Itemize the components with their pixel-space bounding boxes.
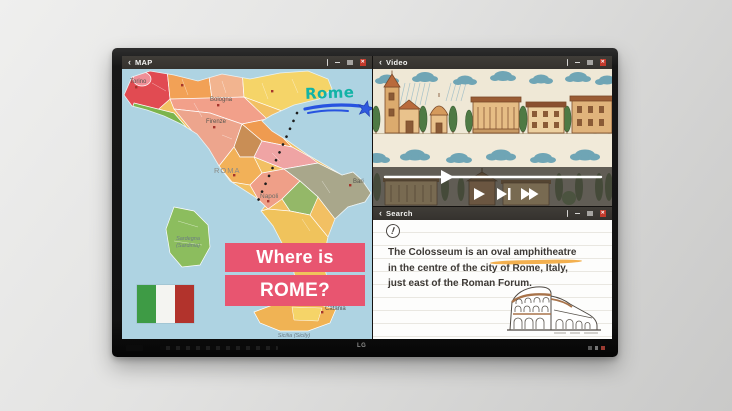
video-window-title: Video (386, 58, 408, 67)
search-window-title: Search (386, 209, 413, 218)
map-titlebar[interactable]: ‹ MAP ✕ (122, 56, 372, 69)
back-icon[interactable]: ‹ (128, 56, 131, 69)
colosseum-illustration (504, 284, 604, 336)
question-box-line2: ROME? (225, 275, 365, 306)
search-window: ‹ Search ✕ ! The Colosseum is an oval am… (373, 207, 612, 339)
video-illustration (373, 69, 612, 206)
display-frame: ‹ MAP ✕ (112, 48, 618, 357)
classical-building-3 (570, 96, 612, 133)
italy-flag (137, 285, 194, 323)
map-canvas[interactable]: Torino Bologna Firenze ROMA Napoli Bari … (122, 69, 372, 339)
classical-building-1 (471, 97, 521, 133)
label-bologna: Bologna (210, 97, 233, 103)
blue-underline-and-star (302, 100, 372, 118)
screen: ‹ MAP ✕ (122, 56, 612, 339)
video-titlebar[interactable]: ‹ Video ✕ (373, 56, 612, 69)
label-sicilia: Sicilia (Sicily) (278, 333, 311, 339)
exclamation-icon: ! (385, 223, 401, 239)
highlighted-phrase: oval amphitheatre (491, 245, 577, 261)
minimize-icon[interactable] (575, 213, 580, 215)
video-player[interactable] (373, 69, 612, 206)
close-icon[interactable]: ✕ (600, 210, 607, 217)
back-icon[interactable]: ‹ (379, 56, 382, 69)
back-icon[interactable]: ‹ (379, 207, 382, 220)
close-icon[interactable]: ✕ (600, 59, 607, 66)
maximize-icon[interactable] (587, 211, 593, 217)
label-firenze: Firenze (206, 119, 227, 125)
label-sardinia-en: (Sardinia) (176, 243, 200, 249)
question-box-line1: Where is (225, 243, 365, 272)
close-icon[interactable]: ✕ (360, 59, 367, 66)
search-result-note: ! The Colosseum is an oval amphitheatre … (373, 220, 612, 339)
classical-building-2 (526, 102, 566, 133)
maximize-icon[interactable] (587, 60, 593, 66)
power-led-icon (601, 346, 605, 350)
label-roma: ROMA (214, 166, 241, 175)
more-options-icon[interactable] (567, 59, 569, 66)
map-window: ‹ MAP ✕ (122, 56, 372, 339)
sensor-icon (595, 346, 599, 350)
sensor-icon (588, 346, 592, 350)
bezel-indicator-icons (588, 346, 605, 350)
minimize-icon[interactable] (335, 62, 340, 64)
label-napoli: Napoli (260, 193, 278, 200)
speaker-grille (160, 346, 278, 350)
label-bari: Bari (353, 179, 364, 185)
sicily-island (254, 302, 336, 331)
lg-brand-logo: LG (357, 343, 366, 349)
more-options-icon[interactable] (327, 59, 329, 66)
speaker-grille (126, 345, 143, 351)
maximize-icon[interactable] (347, 60, 353, 66)
star-icon (357, 100, 372, 117)
video-window: ‹ Video ✕ (373, 56, 612, 206)
label-sardegna: Sardegna (176, 236, 200, 242)
label-torino: Torino (130, 79, 147, 85)
search-titlebar[interactable]: ‹ Search ✕ (373, 207, 612, 220)
more-options-icon[interactable] (567, 210, 569, 217)
map-window-title: MAP (135, 58, 153, 67)
label-catania: Catania (325, 306, 346, 312)
minimize-icon[interactable] (575, 62, 580, 64)
